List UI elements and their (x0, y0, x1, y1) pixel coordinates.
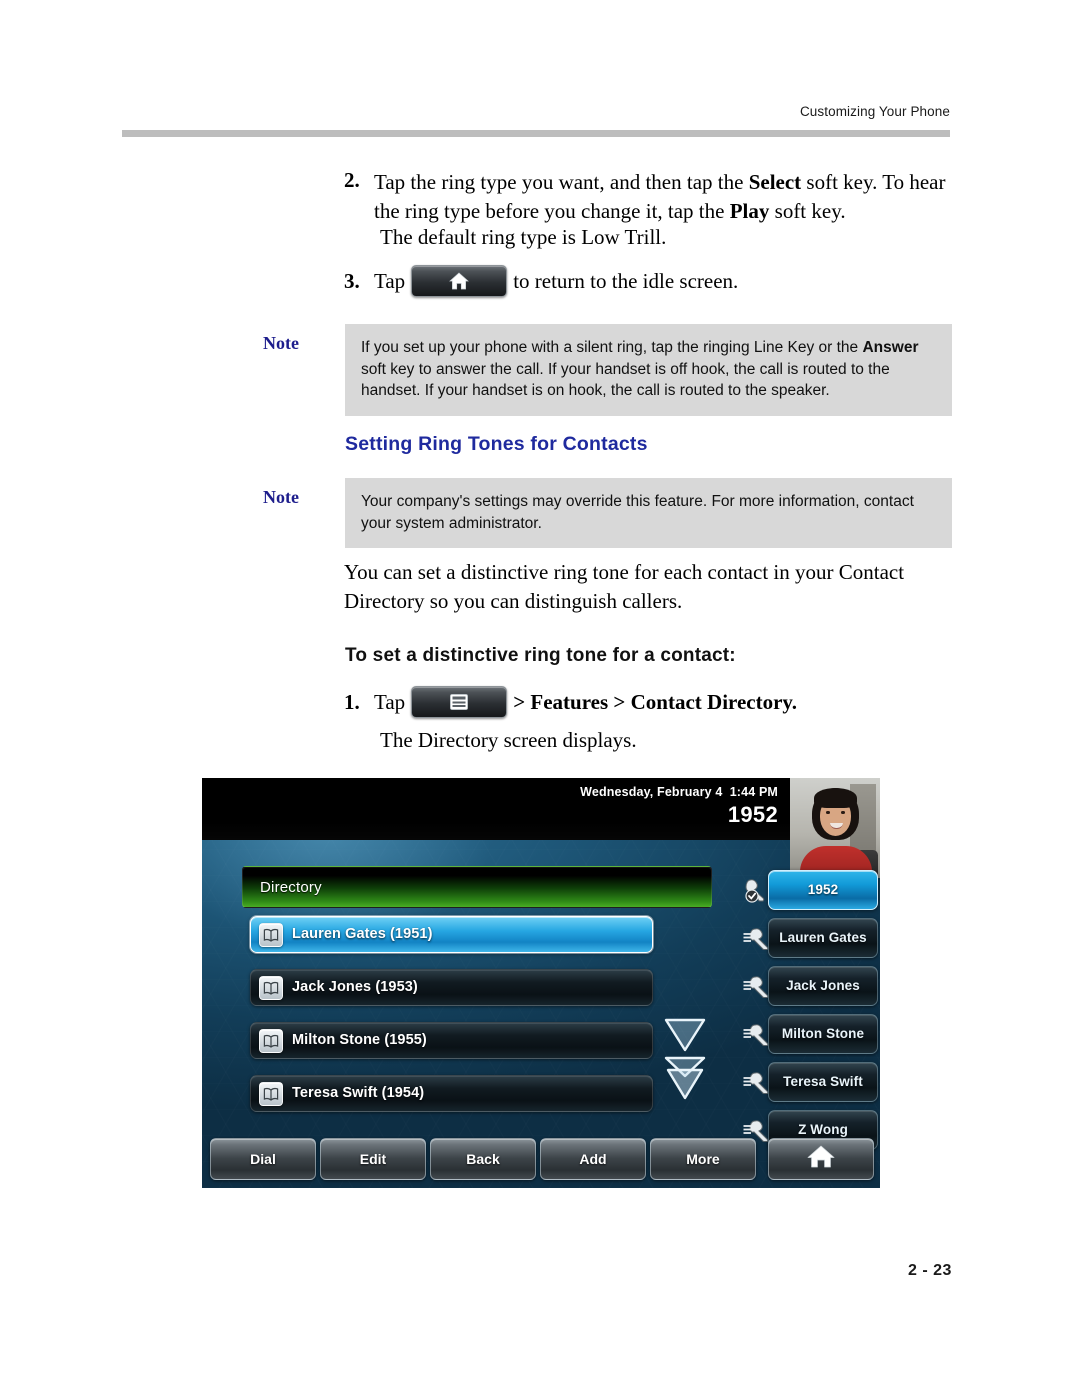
note-1-box: If you set up your phone with a silent r… (345, 324, 952, 416)
avatar-bangs (814, 788, 857, 808)
step-3-text: Tap to return to the idle screen. (374, 265, 738, 297)
directory-title-bar: Directory (242, 866, 712, 908)
avatar-eye-right (841, 811, 845, 814)
contact-book-icon (259, 1082, 283, 1106)
directory-title-label: Directory (260, 879, 322, 896)
play-softkey-bold: Play (729, 199, 770, 223)
default-ring-type-text: The default ring type is Low Trill. (380, 225, 667, 249)
step-3: 3. Tap to return to the idle screen. (344, 265, 964, 297)
contact-list-item[interactable]: Teresa Swift (1954) (250, 1075, 653, 1112)
avatar-eye-left (826, 811, 830, 814)
contact-list-item[interactable]: Lauren Gates (1951) (250, 916, 653, 953)
soft-key-label: Back (466, 1151, 500, 1167)
phone-screen-figure: Wednesday, February 4 1:44 PM 1952 Direc… (202, 778, 880, 1188)
contact-list-item-label: Milton Stone (1955) (292, 1032, 427, 1048)
page-number: 2 - 23 (908, 1262, 952, 1279)
line-key[interactable]: Teresa Swift (743, 1062, 878, 1102)
soft-key-label: Edit (359, 1151, 387, 1167)
note-1-text-a: If you set up your phone with a silent r… (361, 339, 863, 356)
soft-key-edit[interactable]: Edit (320, 1138, 426, 1180)
scroll-indicator-group[interactable] (658, 1014, 712, 1104)
soft-key-back[interactable]: Back (430, 1138, 536, 1180)
home-icon (449, 272, 470, 290)
step-2-number: 2. (344, 168, 360, 192)
step-2: 2. Tap the ring type you want, and then … (344, 168, 964, 226)
soft-key-label: Dial (250, 1151, 276, 1167)
distinctive-ring-paragraph: You can set a distinctive ring tone for … (344, 560, 905, 613)
step-1-text: Tap > Features > Contact Directory. (374, 686, 797, 718)
contact-list: Lauren Gates (1951) Jack Jones (1953) Mi… (250, 916, 653, 1128)
avatar (790, 778, 880, 878)
step-3-number: 3. (344, 268, 360, 293)
note-2-box: Your company's settings may override thi… (345, 478, 952, 548)
step-3-tap-label: Tap (374, 268, 406, 293)
procedure-heading: To set a distinctive ring tone for a con… (345, 645, 736, 666)
contact-list-item[interactable]: Milton Stone (1955) (250, 1022, 653, 1059)
contact-book-icon (259, 1029, 283, 1053)
step-3-after-label: to return to the idle screen. (513, 268, 739, 293)
line-key-label: Milton Stone (781, 1026, 865, 1041)
contact-book-icon (259, 976, 283, 1000)
line-key[interactable]: Jack Jones (743, 966, 878, 1006)
home-icon (806, 1144, 836, 1175)
soft-key-label: Add (579, 1151, 607, 1167)
select-softkey-bold: Select (748, 170, 802, 194)
line-key[interactable]: Milton Stone (743, 1014, 878, 1054)
contact-book-icon (259, 923, 283, 947)
line-key-label: Z Wong (798, 1122, 848, 1137)
step-1-after-label: > Features > Contact Directory. (513, 689, 798, 714)
step-1: 1. Tap > Features > Contact Directory. (344, 686, 964, 718)
answer-softkey-bold: Answer (862, 339, 919, 356)
section-heading-setting-ring-tones: Setting Ring Tones for Contacts (345, 433, 648, 455)
line-key[interactable]: 1952 (745, 870, 878, 910)
scroll-down-icon (664, 1018, 706, 1052)
line-key-label: Jack Jones (786, 978, 860, 993)
running-header: Customizing Your Phone (799, 104, 950, 119)
contact-list-item-label: Jack Jones (1953) (292, 979, 418, 995)
header-rule (122, 130, 950, 137)
line-key[interactable]: Lauren Gates (743, 918, 878, 958)
soft-key-bar: Dial Edit Back Add More (210, 1138, 874, 1180)
status-date-time: Wednesday, February 4 1:44 PM (580, 785, 778, 799)
step-1-number: 1. (344, 689, 360, 714)
home-key-button[interactable] (411, 265, 508, 297)
status-extension: 1952 (727, 802, 778, 827)
phone-status-bar: Wednesday, February 4 1:44 PM 1952 (202, 778, 790, 840)
menu-key-button[interactable] (411, 686, 508, 718)
line-key-label: Teresa Swift (783, 1074, 863, 1089)
menu-window-icon (450, 694, 469, 710)
note-1-text-b: soft key to answer the call. If your han… (361, 360, 890, 400)
line-key-column: 1952 Lauren Gates Jack Jones Milton Ston… (742, 870, 880, 1158)
soft-key-label: More (686, 1151, 720, 1167)
step-2-text-a: Tap the ring type you want, and then tap… (374, 170, 749, 194)
note-1-label: Note (263, 333, 299, 353)
line-key-label: Lauren Gates (779, 930, 867, 945)
directory-displays-text: The Directory screen displays. (380, 728, 637, 752)
step-1-tap-label: Tap (374, 689, 406, 714)
scroll-page-down-icon (664, 1056, 706, 1100)
step-2-text: Tap the ring type you want, and then tap… (374, 168, 964, 226)
line-key-label: 1952 (807, 882, 839, 897)
step-2-text-c: soft key. (769, 199, 846, 223)
contact-list-item-label: Lauren Gates (1951) (292, 926, 433, 942)
note-2-label: Note (263, 487, 299, 507)
soft-key-dial[interactable]: Dial (210, 1138, 316, 1180)
contact-list-item[interactable]: Jack Jones (1953) (250, 969, 653, 1006)
soft-key-home[interactable] (768, 1138, 874, 1180)
contact-list-item-label: Teresa Swift (1954) (292, 1085, 425, 1101)
soft-key-more[interactable]: More (650, 1138, 756, 1180)
soft-key-add[interactable]: Add (540, 1138, 646, 1180)
